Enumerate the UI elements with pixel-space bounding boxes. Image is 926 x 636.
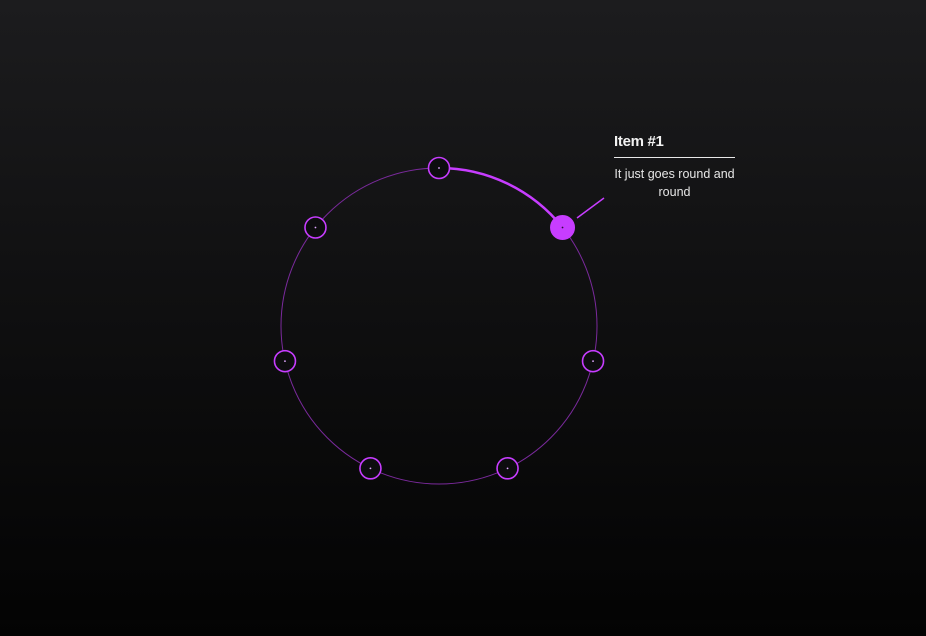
carousel-item-1[interactable]	[550, 214, 576, 240]
carousel-node-dot	[438, 167, 440, 169]
carousel-item-6[interactable]	[304, 216, 327, 239]
carousel-node-dot	[561, 226, 564, 229]
carousel-item-5[interactable]	[273, 349, 297, 373]
tooltip-connector	[576, 197, 605, 219]
carousel-node-dot	[506, 467, 509, 470]
tooltip-body: It just goes round and round	[614, 167, 735, 199]
carousel-item-3[interactable]	[496, 457, 519, 480]
active-arc	[438, 166, 564, 229]
carousel-node-dot	[314, 226, 317, 229]
carousel-item-4[interactable]	[359, 457, 382, 480]
carousel-node-dot	[592, 360, 594, 363]
item-tooltip: Item #1 It just goes round and round	[614, 131, 735, 201]
orbit-ring	[280, 167, 598, 485]
carousel-node-dot	[284, 360, 286, 363]
carousel-item-2[interactable]	[581, 349, 605, 373]
carousel-node-dot	[369, 467, 372, 470]
carousel-nodes	[273, 156, 605, 480]
circular-carousel	[273, 156, 605, 485]
tooltip-title: Item #1	[614, 131, 735, 158]
carousel-item-0[interactable]	[427, 156, 451, 180]
